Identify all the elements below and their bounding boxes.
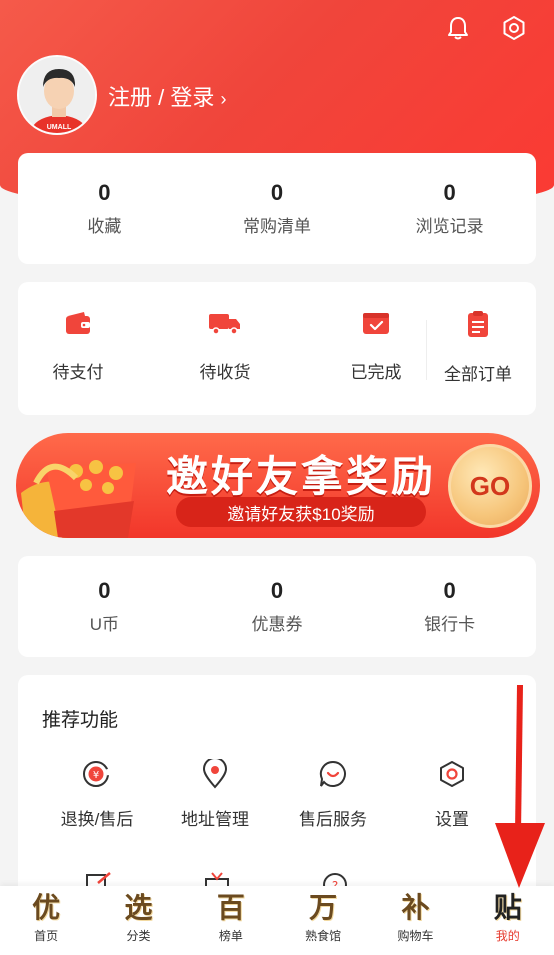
- chevron-right-icon: ›: [220, 89, 227, 109]
- stat-label: U币: [89, 615, 119, 634]
- bottom-tab-bar: 优 首页 选 分类 百 榜单 万 熟食馆 补 购物车 贴 我的: [0, 886, 554, 955]
- login-link[interactable]: 注册 / 登录 ›: [108, 80, 226, 112]
- avatar[interactable]: UMALL: [17, 55, 97, 135]
- order-label: 全部订单: [444, 365, 512, 384]
- tab-label: 购物车: [397, 929, 434, 943]
- stats-card: 0 收藏 0 常购清单 0 浏览记录: [18, 153, 536, 264]
- func-after-sales[interactable]: 售后服务: [273, 759, 393, 830]
- func-label: 设置: [435, 810, 469, 829]
- annotation-arrow-icon: [495, 685, 545, 888]
- tab-category[interactable]: 选 分类: [92, 886, 184, 955]
- stat-history[interactable]: 0 浏览记录: [363, 153, 536, 264]
- truck-icon: [209, 314, 240, 335]
- tab-deli[interactable]: 万 熟食馆: [277, 886, 369, 955]
- stat-coupons[interactable]: 0 优惠券: [191, 556, 364, 657]
- login-text: 注册 / 登录: [108, 85, 215, 110]
- refund-icon: ¥: [83, 761, 111, 787]
- stat-u-coin[interactable]: 0 U币: [18, 556, 191, 657]
- order-all[interactable]: 全部订单: [433, 310, 523, 385]
- order-pending-payment[interactable]: 待支付: [33, 310, 123, 383]
- tab-glyph: 万: [309, 891, 338, 924]
- tab-glyph: 优: [32, 891, 61, 924]
- func-address[interactable]: 地址管理: [155, 759, 275, 830]
- tab-label: 分类: [126, 929, 151, 943]
- tab-cart[interactable]: 补 购物车: [369, 886, 461, 955]
- stat-value: 0: [443, 578, 456, 603]
- stat-bank-cards[interactable]: 0 银行卡: [363, 556, 536, 657]
- tab-label: 熟食馆: [305, 929, 342, 943]
- tab-ranking[interactable]: 百 榜单: [185, 886, 277, 955]
- order-completed[interactable]: 已完成: [331, 310, 421, 383]
- tab-label: 榜单: [218, 929, 243, 943]
- order-label: 已完成: [350, 363, 402, 382]
- svg-text:¥: ¥: [93, 770, 99, 781]
- func-label: 地址管理: [181, 810, 249, 829]
- wallet-icon: [66, 312, 90, 334]
- go-button[interactable]: GO: [448, 444, 532, 528]
- order-label: 待收货: [199, 363, 251, 382]
- tab-mine[interactable]: 贴 我的: [462, 886, 554, 955]
- orders-card: 待支付 待收货 已完成 全部订单: [18, 282, 536, 415]
- tab-glyph: 百: [216, 891, 245, 924]
- stat-label: 浏览记录: [415, 217, 484, 236]
- stat-value: 0: [270, 578, 284, 603]
- check-box-icon: [363, 313, 389, 334]
- stat-label: 银行卡: [424, 615, 476, 634]
- stat-value: 0: [98, 578, 111, 603]
- order-pending-receipt[interactable]: 待收货: [180, 310, 270, 383]
- avatar-badge: UMALL: [47, 124, 72, 131]
- stat-value: 0: [98, 180, 111, 205]
- order-label: 待支付: [52, 363, 104, 382]
- stat-value: 0: [443, 180, 456, 205]
- wallet-card: 0 U币 0 优惠券 0 银行卡: [18, 556, 536, 657]
- tab-glyph: 选: [124, 891, 153, 924]
- settings-icon[interactable]: [500, 14, 528, 42]
- func-refund[interactable]: ¥ 退换/售后: [37, 759, 157, 830]
- stat-label: 优惠券: [251, 615, 303, 634]
- stat-frequent-list[interactable]: 0 常购清单: [191, 153, 364, 264]
- stat-label: 收藏: [87, 217, 122, 236]
- settings-icon: [440, 761, 464, 787]
- order-divider: [426, 320, 427, 380]
- banner-title: 邀好友拿奖励: [166, 453, 437, 500]
- banner-subtitle: 邀请好友获$10奖励: [176, 497, 426, 527]
- tab-glyph: 贴: [493, 891, 522, 924]
- bell-icon[interactable]: [444, 14, 472, 42]
- func-label: 退换/售后: [60, 810, 134, 829]
- order-list-icon: [468, 311, 488, 337]
- gift-box-icon: [21, 460, 136, 538]
- invite-banner[interactable]: 邀好友拿奖励 邀请好友获$10奖励 GO: [16, 433, 540, 538]
- section-title: 推荐功能: [42, 710, 119, 731]
- func-label: 售后服务: [299, 810, 367, 829]
- tab-label: 我的: [495, 929, 520, 943]
- chat-icon: [319, 760, 346, 787]
- tab-glyph: 补: [401, 891, 430, 924]
- location-icon: [202, 759, 228, 789]
- tab-label: 首页: [34, 929, 59, 943]
- stat-label: 常购清单: [243, 217, 311, 236]
- stat-favorites[interactable]: 0 收藏: [18, 153, 191, 264]
- stat-value: 0: [270, 180, 284, 205]
- tab-home[interactable]: 优 首页: [0, 886, 92, 955]
